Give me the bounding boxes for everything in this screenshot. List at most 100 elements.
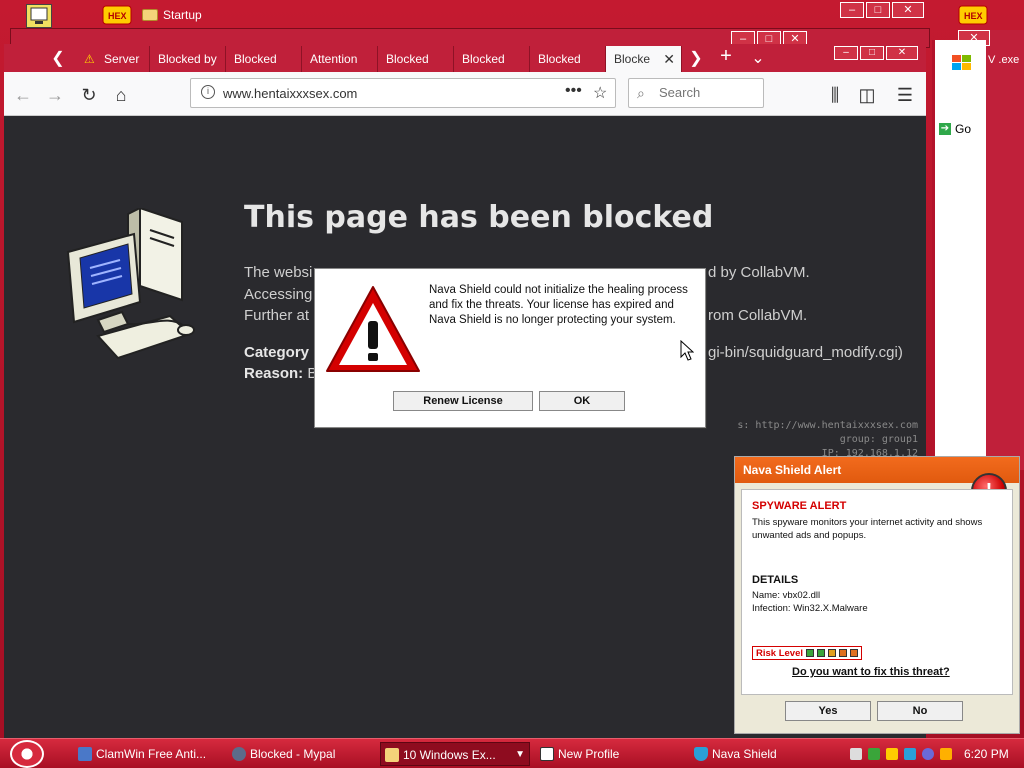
warning-triangle-icon xyxy=(326,286,420,372)
risk-level-label: Risk Level xyxy=(756,647,803,659)
details-heading: DETAILS xyxy=(752,574,799,586)
library-icon[interactable]: ⫼ xyxy=(824,84,846,106)
desktop-app-icon-2[interactable]: HEX xyxy=(102,4,132,28)
monitor-icon xyxy=(30,7,48,24)
warning-shield-icon[interactable] xyxy=(886,748,898,760)
bookmark-star-icon[interactable]: ☆ xyxy=(593,83,607,103)
tab-blocked-active[interactable]: Blocke ✕ xyxy=(606,46,682,72)
svg-text:HEX: HEX xyxy=(964,11,983,21)
task-clamwin[interactable]: ClamWin Free Anti... xyxy=(74,742,220,766)
risk-level-meter: Risk Level xyxy=(752,646,862,660)
folder-icon xyxy=(385,748,399,762)
task-label: Blocked - Mypal xyxy=(250,747,336,761)
category-right: gi-bin/squidguard_modify.cgi) xyxy=(708,344,903,361)
tab-scroll-left-icon[interactable]: ❮ xyxy=(46,48,70,68)
blocked-title: This page has been blocked xyxy=(244,200,714,235)
tab-label: Server xyxy=(104,52,140,66)
folder-icon xyxy=(142,9,158,21)
task-nava-shield[interactable]: Nava Shield xyxy=(690,742,836,766)
blocked-line-3-right: rom CollabVM. xyxy=(708,307,808,324)
menu-icon[interactable]: ☰ xyxy=(894,84,916,106)
minimize-button[interactable]: – xyxy=(834,46,858,60)
start-button[interactable] xyxy=(10,740,44,768)
bg-minimize-button[interactable]: – xyxy=(840,2,864,18)
tab-close-icon[interactable]: ✕ xyxy=(663,46,675,72)
page-actions-icon[interactable]: ••• xyxy=(565,82,582,100)
task-label: New Profile xyxy=(558,747,620,761)
info-icon[interactable]: i xyxy=(201,85,215,99)
risk-cell xyxy=(828,649,836,657)
tab-scroll-right-icon[interactable]: ❯ xyxy=(684,48,708,68)
new-tab-icon[interactable]: + xyxy=(714,45,738,68)
risk-cell xyxy=(817,649,825,657)
blocked-line-2: Accessing xyxy=(244,286,313,303)
tab-list-chevron-icon[interactable]: ⌄ xyxy=(746,48,770,68)
risk-cell xyxy=(850,649,858,657)
tab-server[interactable]: ⚠ Server xyxy=(74,46,150,72)
bg-maximize-button[interactable]: □ xyxy=(866,2,890,18)
system-tray: 6:20 PM xyxy=(842,742,1024,766)
tab-attention[interactable]: Attention xyxy=(302,46,378,72)
key-icon[interactable] xyxy=(940,748,952,760)
search-bar[interactable]: ⌕ xyxy=(628,78,764,108)
tab-label: Blocked xyxy=(234,52,277,66)
risk-cell xyxy=(806,649,814,657)
blocked-line-1: The websi xyxy=(244,264,313,281)
no-button[interactable]: No xyxy=(877,701,963,721)
bg-close-button[interactable]: ✕ xyxy=(892,2,924,18)
startup-label: Startup xyxy=(163,8,202,22)
go-button[interactable]: ➔ Go xyxy=(939,122,971,136)
task-windows-explorer[interactable]: 10 Windows Ex... ▼ xyxy=(380,742,530,766)
threat-infection: Infection: Win32.X.Malware xyxy=(752,603,868,614)
tab-blocked-2[interactable]: Blocked xyxy=(378,46,454,72)
mono-url-line: s: http://www.hentaixxxsex.com xyxy=(737,420,918,431)
tab-label: Blocked xyxy=(538,52,581,66)
search-input[interactable] xyxy=(659,85,759,100)
forward-icon[interactable]: → xyxy=(44,84,66,106)
partial-window: ➔ Go xyxy=(932,40,986,465)
desktop-app-icon[interactable] xyxy=(26,4,52,28)
tab-label: Blocked xyxy=(386,52,429,66)
partial-window-right: ✕ V .exe xyxy=(958,30,1024,470)
tab-label: Attention xyxy=(310,52,358,66)
startup-folder[interactable]: Startup xyxy=(142,8,202,22)
tab-strip: ❮ ⚠ Server Blocked by Blocked Attention … xyxy=(4,44,926,72)
keyboard-icon[interactable] xyxy=(850,748,862,760)
tab-blocked-3[interactable]: Blocked xyxy=(454,46,530,72)
task-new-profile[interactable]: New Profile xyxy=(536,742,686,766)
task-label: 10 Windows Ex... xyxy=(403,748,496,762)
blocked-line-1-right: d by CollabVM. xyxy=(708,264,810,281)
mypal-icon xyxy=(232,747,246,761)
ok-button[interactable]: OK xyxy=(539,391,625,411)
alert-message: Nava Shield could not initialize the hea… xyxy=(429,284,688,326)
network-icon[interactable] xyxy=(904,748,916,760)
nav-toolbar: ← → ↻ ⌂ i www.hentaixxxsex.com ••• ☆ ⌕ ⫼… xyxy=(4,72,926,116)
security-icon[interactable] xyxy=(868,748,880,760)
url-bar[interactable]: i www.hentaixxxsex.com ••• ☆ xyxy=(190,78,616,108)
fix-threat-question[interactable]: Do you want to fix this threat? xyxy=(792,666,950,678)
tab-blocked-by[interactable]: Blocked by xyxy=(150,46,226,72)
mouse-cursor-icon xyxy=(680,340,694,361)
renew-license-button[interactable]: Renew License xyxy=(393,391,533,411)
url-text: www.hentaixxxsex.com xyxy=(223,86,358,101)
maximize-button[interactable]: □ xyxy=(860,46,884,60)
yes-button[interactable]: Yes xyxy=(785,701,871,721)
tab-label: Blocked by xyxy=(158,52,217,66)
back-icon[interactable]: ← xyxy=(12,84,34,106)
globe-icon[interactable] xyxy=(922,748,934,760)
group-dropdown-icon: ▼ xyxy=(515,749,525,760)
task-mypal[interactable]: Blocked - Mypal xyxy=(228,742,374,766)
clock[interactable]: 6:20 PM xyxy=(964,747,1009,761)
warning-icon: ⚠ xyxy=(84,52,95,66)
tab-blocked-1[interactable]: Blocked xyxy=(226,46,302,72)
sidebar-icon[interactable]: ◫ xyxy=(856,84,878,106)
go-arrow-icon: ➔ xyxy=(939,123,951,135)
shield-icon xyxy=(694,747,708,761)
home-icon[interactable]: ⌂ xyxy=(110,84,132,106)
category-label: Category xyxy=(244,344,310,361)
mono-group-line: group: group1 xyxy=(839,434,918,445)
tab-blocked-4[interactable]: Blocked xyxy=(530,46,606,72)
desktop-app-icon-3[interactable]: HEX xyxy=(958,4,988,28)
reload-icon[interactable]: ↻ xyxy=(78,84,100,106)
close-button[interactable]: ✕ xyxy=(886,46,918,60)
